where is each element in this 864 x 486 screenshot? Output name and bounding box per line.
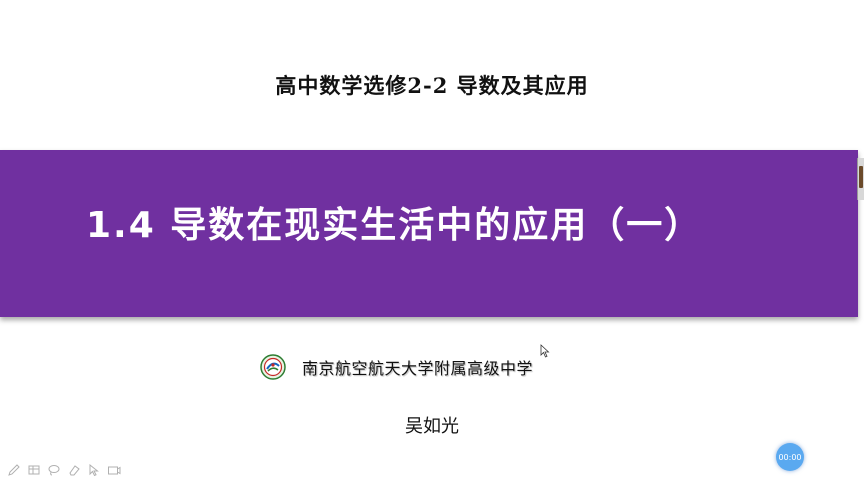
annotation-toolbar bbox=[6, 462, 122, 478]
camera-icon[interactable] bbox=[106, 462, 122, 478]
school-row: 南京航空航天大学附属高级中学 bbox=[260, 352, 533, 382]
pen-icon[interactable] bbox=[6, 462, 22, 478]
pointer-icon[interactable] bbox=[86, 462, 102, 478]
slide-canvas: 高中数学选修2-2 导数及其应用 1.4 导数在现实生活中的应用（一） 南京航空… bbox=[0, 0, 864, 486]
table-icon[interactable] bbox=[26, 462, 42, 478]
school-name: 南京航空航天大学附属高级中学 bbox=[302, 359, 534, 378]
slide-title: 1.4 导数在现实生活中的应用（一） bbox=[86, 205, 703, 246]
recording-timer-button[interactable]: 00:00 bbox=[776, 443, 804, 471]
lasso-icon[interactable] bbox=[46, 462, 62, 478]
mouse-cursor-icon bbox=[540, 344, 550, 358]
scrollbar[interactable] bbox=[857, 158, 864, 200]
school-logo-icon bbox=[260, 354, 286, 380]
scrollbar-thumb[interactable] bbox=[859, 166, 863, 188]
author-name: 吴如光 bbox=[405, 416, 459, 437]
course-subtitle: 高中数学选修2-2 导数及其应用 bbox=[275, 73, 589, 98]
eraser-icon[interactable] bbox=[66, 462, 82, 478]
